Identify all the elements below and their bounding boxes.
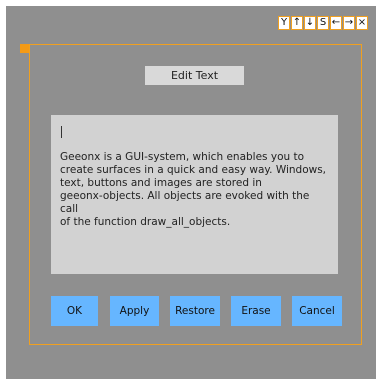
text-editor[interactable]: Geeonx is a GUI-system, which enables yo… bbox=[51, 115, 338, 274]
erase-button[interactable]: Erase bbox=[231, 296, 281, 326]
screen: Y ↑ ↓ S ← → × Edit Text Geeonx is a GUI-… bbox=[0, 0, 383, 385]
arrow-down-icon[interactable]: ↓ bbox=[304, 16, 316, 30]
resize-handle[interactable] bbox=[20, 44, 29, 53]
apply-button[interactable]: Apply bbox=[110, 296, 159, 326]
restore-button[interactable]: Restore bbox=[170, 296, 220, 326]
cancel-button[interactable]: Cancel bbox=[292, 296, 342, 326]
text-caret bbox=[61, 126, 62, 138]
button-row: OK Apply Restore Erase Cancel bbox=[51, 296, 342, 326]
fork-icon[interactable]: Y bbox=[278, 16, 290, 30]
edit-text-window: Edit Text Geeonx is a GUI-system, which … bbox=[29, 44, 362, 345]
ok-button[interactable]: OK bbox=[51, 296, 98, 326]
close-icon[interactable]: × bbox=[356, 16, 368, 30]
arrow-left-icon[interactable]: ← bbox=[330, 16, 342, 30]
editor-text: Geeonx is a GUI-system, which enables yo… bbox=[60, 151, 327, 228]
window-title: Edit Text bbox=[145, 66, 244, 85]
window-toolbar: Y ↑ ↓ S ← → × bbox=[277, 16, 368, 32]
arrow-up-icon[interactable]: ↑ bbox=[291, 16, 303, 30]
arrow-right-icon[interactable]: → bbox=[343, 16, 355, 30]
s-icon[interactable]: S bbox=[317, 16, 329, 30]
